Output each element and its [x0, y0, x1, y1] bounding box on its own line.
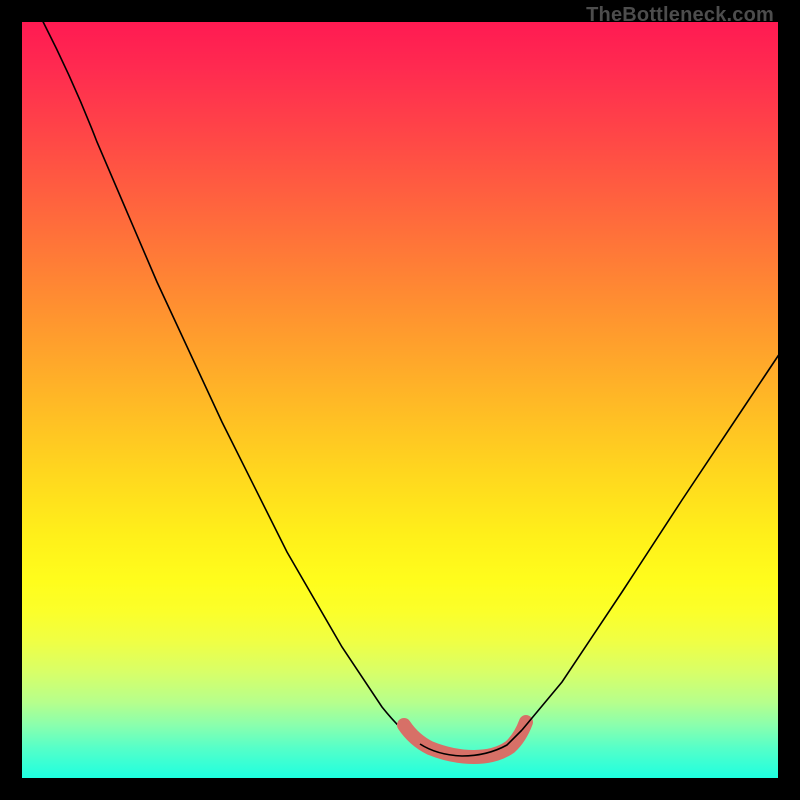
bottleneck-curve-right: [522, 350, 778, 730]
watermark-text: TheBottleneck.com: [586, 4, 774, 27]
bottleneck-curve-left: [38, 22, 420, 744]
curve-layer: [22, 22, 778, 778]
plot-area: [22, 22, 778, 778]
chart-frame: TheBottleneck.com: [0, 0, 800, 800]
trough-highlight: [404, 722, 526, 757]
